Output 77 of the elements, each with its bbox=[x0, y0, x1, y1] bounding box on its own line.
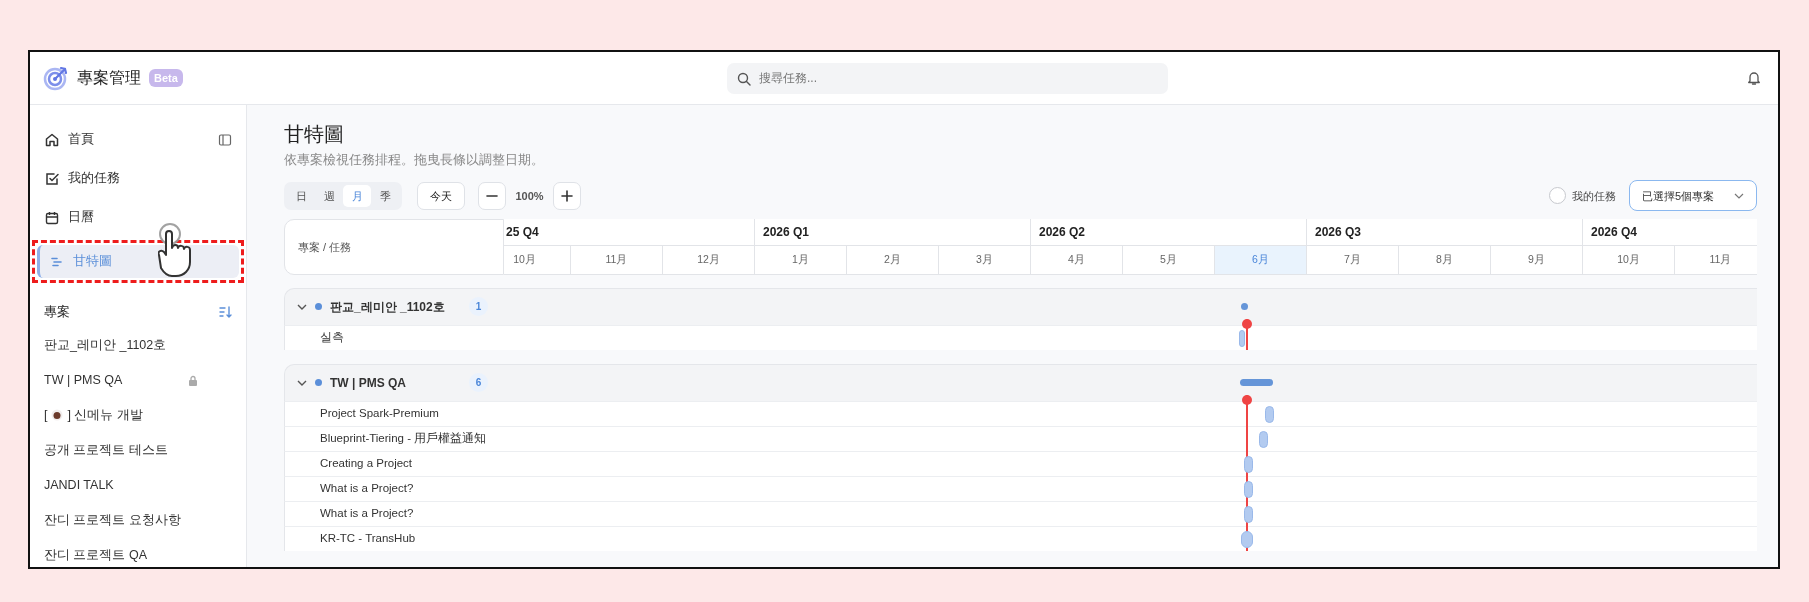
month-header: 8月 bbox=[1398, 245, 1490, 275]
calendar-icon bbox=[44, 209, 60, 226]
plus-icon bbox=[561, 189, 573, 202]
month-header: 11月 bbox=[1674, 245, 1757, 275]
month-header: 6月 bbox=[1214, 245, 1306, 275]
home-icon bbox=[44, 131, 60, 148]
page-subtitle: 依專案檢視任務排程。拖曳長條以調整日期。 bbox=[284, 152, 545, 169]
month-header: 9月 bbox=[1490, 245, 1582, 275]
beta-badge: Beta bbox=[149, 68, 183, 88]
scale-tab[interactable]: 日 bbox=[287, 184, 315, 207]
task-count-badge: 6 bbox=[469, 373, 488, 393]
task-name: What is a Project? bbox=[284, 475, 504, 501]
nav-item[interactable]: 我的任務 bbox=[34, 162, 242, 195]
month-header: 3月 bbox=[938, 245, 1030, 275]
nav-item[interactable]: 首頁 bbox=[34, 123, 214, 156]
month-header: 2月 bbox=[846, 245, 938, 275]
month-header: 4月 bbox=[1030, 245, 1122, 275]
quarter-header: 2026 Q3 bbox=[1306, 218, 1582, 246]
app-title: 專案管理 bbox=[77, 68, 141, 88]
today-button[interactable]: 今天 bbox=[417, 181, 465, 210]
month-header: 11月 bbox=[570, 245, 662, 275]
zoom-out-button[interactable] bbox=[478, 181, 506, 210]
month-header: 5月 bbox=[1122, 245, 1214, 275]
group-name: TW | PMS QA bbox=[330, 374, 407, 392]
sidebar-toggle-icon[interactable] bbox=[218, 132, 232, 147]
search-field[interactable]: 搜尋任務... bbox=[727, 62, 1168, 94]
month-header: 12月 bbox=[662, 245, 754, 275]
project-item[interactable]: [ ] 신메뉴 개발 bbox=[34, 397, 242, 433]
task-count-badge: 1 bbox=[469, 297, 488, 317]
checkbox-icon bbox=[44, 170, 60, 187]
task-name: Creating a Project bbox=[284, 450, 504, 476]
chevron-down-icon bbox=[1734, 192, 1744, 199]
chevron-down-icon[interactable] bbox=[297, 303, 307, 310]
chevron-down-icon[interactable] bbox=[297, 379, 307, 386]
task-name: Project Spark-Premium bbox=[284, 400, 504, 426]
quarter-header: 2026 Q1 bbox=[754, 218, 1030, 246]
page-title: 甘特圖 bbox=[284, 122, 345, 146]
project-item[interactable]: 공개 프로젝트 테스트 bbox=[34, 432, 242, 468]
scale-tab[interactable]: 季 bbox=[371, 184, 399, 207]
task-name: Blueprint-Tiering - 用戶權益通知 bbox=[284, 425, 504, 451]
month-header: 10月 bbox=[1582, 245, 1674, 275]
section-title: 專案 bbox=[44, 304, 70, 321]
project-item[interactable]: 잔디 프로젝트 QA bbox=[34, 537, 242, 567]
project-item[interactable]: 판교_레미안 _1102호 bbox=[34, 327, 242, 363]
project-item[interactable]: TW | PMS QA bbox=[34, 362, 242, 398]
search-icon bbox=[737, 71, 751, 86]
month-header: 10月 bbox=[504, 245, 570, 275]
task-name: 실측 bbox=[284, 324, 504, 350]
group-name: 판교_레미안 _1102호 bbox=[330, 298, 445, 316]
my-tasks-toggle[interactable]: 我的任務 bbox=[1549, 187, 1616, 205]
quarter-header: 2026 Q2 bbox=[1030, 218, 1306, 246]
column-header: 專案 / 任務 bbox=[284, 218, 504, 275]
month-header: 7月 bbox=[1306, 245, 1398, 275]
project-item[interactable]: JANDI TALK bbox=[34, 467, 242, 503]
quarter-header: 25 Q4 bbox=[504, 218, 754, 246]
task-bar[interactable] bbox=[1265, 405, 1274, 423]
group-summary-bar bbox=[1241, 302, 1248, 310]
quarter-header: 2026 Q4 bbox=[1582, 218, 1757, 246]
emoji-icon bbox=[51, 409, 64, 422]
sort-icon[interactable] bbox=[218, 306, 232, 319]
radio-icon[interactable] bbox=[1549, 187, 1566, 205]
zoom-level: 100% bbox=[514, 188, 545, 204]
logo-icon bbox=[43, 65, 69, 91]
scale-tab[interactable]: 月 bbox=[343, 184, 371, 207]
notification-bell-icon[interactable] bbox=[1746, 70, 1762, 86]
nav-item[interactable]: 日曆 bbox=[34, 201, 242, 234]
task-name: What is a Project? bbox=[284, 500, 504, 526]
hand-cursor-icon bbox=[158, 223, 192, 277]
scale-tab[interactable]: 週 bbox=[315, 184, 343, 207]
task-bar[interactable] bbox=[1259, 430, 1268, 448]
project-item[interactable]: 잔디 프로젝트 요청사항 bbox=[34, 502, 242, 538]
month-header: 1月 bbox=[754, 245, 846, 275]
today-marker bbox=[1242, 318, 1252, 350]
zoom-in-button[interactable] bbox=[553, 181, 581, 210]
group-summary-bar bbox=[1240, 378, 1273, 386]
task-name: KR-TC - TransHub bbox=[284, 525, 504, 551]
project-select-dropdown[interactable]: 已選擇5個專案 bbox=[1629, 180, 1757, 212]
